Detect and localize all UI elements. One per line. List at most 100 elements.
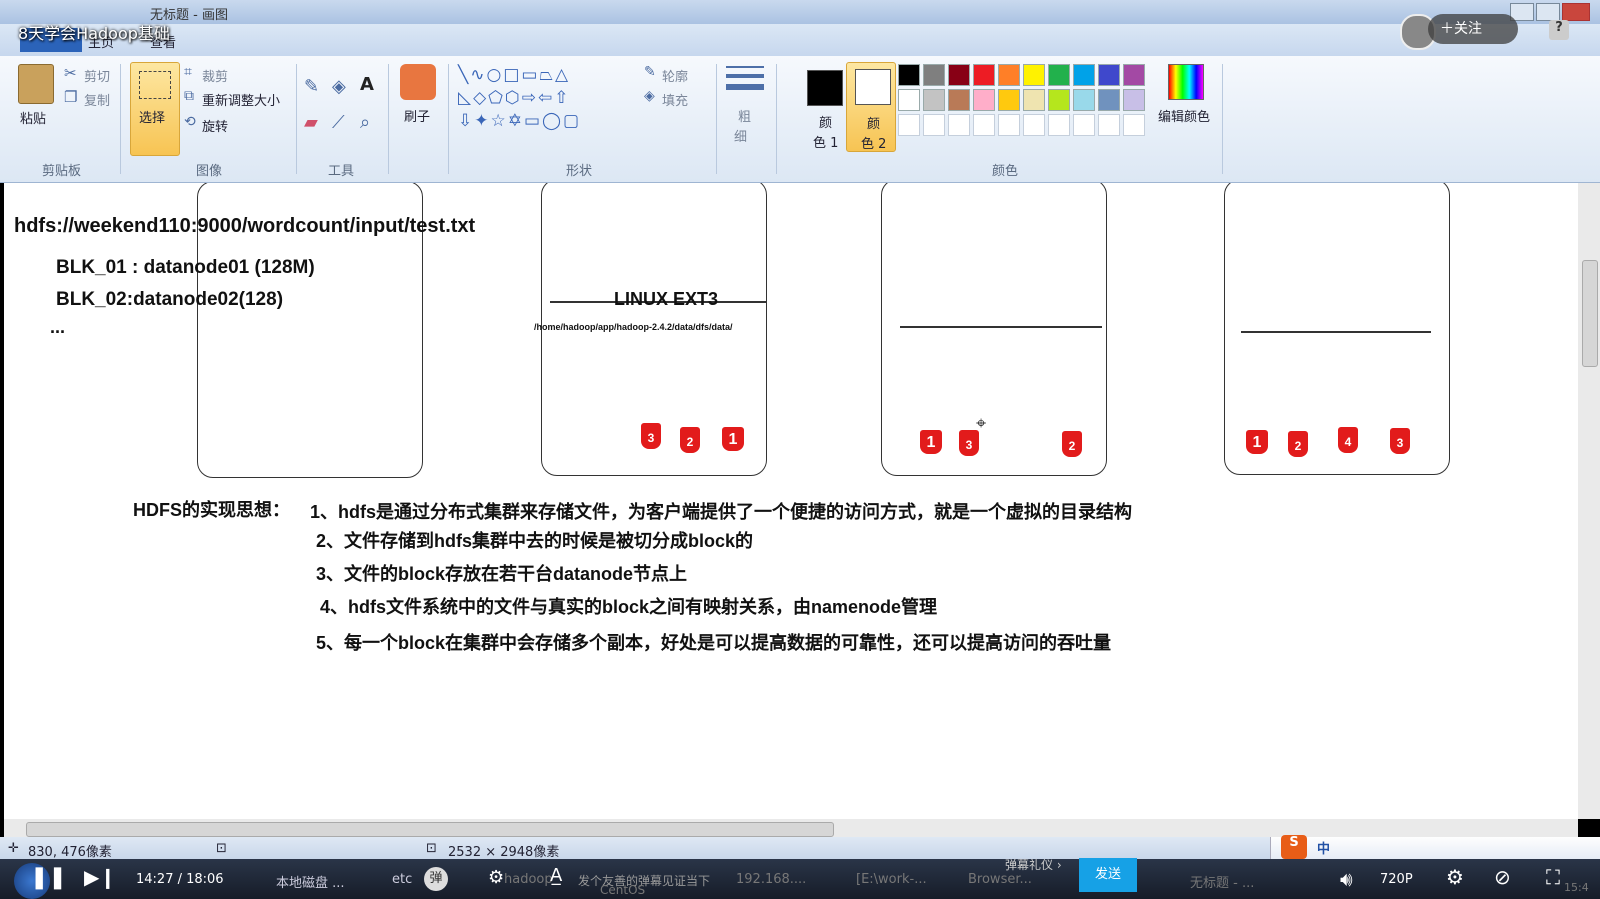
- help-icon[interactable]: ?: [1549, 20, 1569, 40]
- maximize-button[interactable]: [1536, 3, 1560, 21]
- block-icon: 1: [920, 430, 942, 454]
- color-swatch[interactable]: [1023, 89, 1045, 111]
- danmaku-off-icon[interactable]: ⊘: [1494, 865, 1511, 889]
- magnifier-icon[interactable]: ⌕: [360, 112, 370, 133]
- crosshair-cursor-icon: ⌖: [976, 413, 987, 434]
- divider: [1222, 64, 1223, 174]
- danmaku-style-icon[interactable]: A̲: [550, 865, 562, 886]
- color2-button[interactable]: 颜 色 2: [846, 62, 896, 152]
- ribbon-tabs: 主页 查看: [0, 24, 1600, 56]
- color-swatch[interactable]: [898, 114, 920, 136]
- color-swatch[interactable]: [1098, 114, 1120, 136]
- outline-button[interactable]: 轮廓: [662, 66, 688, 85]
- color-swatch[interactable]: [1023, 114, 1045, 136]
- ime-mode-label[interactable]: 中: [1317, 838, 1330, 857]
- color-swatch[interactable]: [923, 64, 945, 86]
- color-swatch[interactable]: [1123, 64, 1145, 86]
- taskbar-item[interactable]: 无标题 - ...: [1190, 872, 1254, 891]
- taskbar-item[interactable]: Browser...: [968, 872, 1032, 887]
- color-swatch[interactable]: [998, 114, 1020, 136]
- volume-icon[interactable]: 🔊︎: [1340, 867, 1353, 891]
- color-picker-icon[interactable]: ⟋: [332, 112, 345, 133]
- cut-button[interactable]: 剪切: [84, 66, 110, 85]
- fill-bucket-icon[interactable]: ◈: [332, 76, 346, 97]
- color-swatch[interactable]: [948, 89, 970, 111]
- text-tool-icon[interactable]: A: [360, 74, 374, 95]
- quality-selector[interactable]: 720P: [1380, 872, 1413, 887]
- edit-colors-button[interactable]: 编辑颜色: [1158, 106, 1210, 125]
- select-button[interactable]: 选择: [130, 62, 180, 156]
- color1-button[interactable]: 颜 色 1: [801, 64, 843, 151]
- color-swatch[interactable]: [973, 114, 995, 136]
- divider: [448, 64, 449, 174]
- block-icon: 2: [1288, 431, 1308, 457]
- size-icon[interactable]: [726, 66, 764, 96]
- settings-gear-icon[interactable]: ⚙: [1446, 865, 1464, 889]
- vertical-scroll-thumb[interactable]: [1582, 260, 1598, 367]
- taskbar-item[interactable]: etc: [392, 872, 412, 887]
- danmaku-settings-icon[interactable]: ⚙: [488, 867, 504, 888]
- sogou-ime-icon[interactable]: S: [1281, 835, 1307, 859]
- eraser-icon[interactable]: ▰: [304, 112, 318, 133]
- copy-icon: ❐: [64, 88, 78, 106]
- color-swatch[interactable]: [1023, 64, 1045, 86]
- brushes-label[interactable]: 刷子: [404, 106, 430, 125]
- color-swatch[interactable]: [1073, 114, 1095, 136]
- pause-icon[interactable]: ❚❚: [30, 865, 67, 890]
- crop-button[interactable]: 裁剪: [202, 66, 228, 85]
- close-button[interactable]: [1562, 3, 1590, 21]
- size-label-1[interactable]: 粗: [738, 106, 751, 125]
- color-swatch[interactable]: [898, 89, 920, 111]
- next-icon[interactable]: ▶❙: [84, 865, 116, 889]
- cursor-position: 830, 476像素: [28, 845, 112, 860]
- color-swatch[interactable]: [998, 89, 1020, 111]
- pencil-icon[interactable]: ✎: [304, 76, 319, 97]
- send-danmaku-button[interactable]: 发送: [1079, 858, 1137, 892]
- horizontal-scroll-thumb[interactable]: [26, 822, 834, 837]
- color-swatch[interactable]: [898, 64, 920, 86]
- rotate-button[interactable]: 旋转: [202, 116, 228, 135]
- edit-colors-icon[interactable]: [1168, 64, 1204, 100]
- taskbar-item[interactable]: hadoop: [504, 872, 553, 887]
- color-swatch[interactable]: [998, 64, 1020, 86]
- fill-button[interactable]: 填充: [662, 90, 688, 109]
- color-swatch[interactable]: [1123, 89, 1145, 111]
- color-swatch[interactable]: [1098, 64, 1120, 86]
- taskbar-item[interactable]: [E:\work-...: [856, 872, 927, 887]
- color-swatch[interactable]: [948, 114, 970, 136]
- color-swatch[interactable]: [923, 114, 945, 136]
- divider: [388, 64, 389, 174]
- fullscreen-icon[interactable]: ⛶: [1546, 865, 1560, 889]
- follow-button[interactable]: ＋关注: [1428, 14, 1518, 44]
- color-swatch[interactable]: [1073, 89, 1095, 111]
- paste-icon[interactable]: [18, 64, 54, 104]
- ime-toolbar[interactable]: S 中: [1270, 835, 1600, 859]
- size-label-2[interactable]: 细: [734, 126, 747, 145]
- danmaku-toggle[interactable]: 弹: [424, 867, 448, 891]
- color-swatch[interactable]: [1073, 64, 1095, 86]
- resize-button[interactable]: 重新调整大小: [202, 90, 280, 109]
- color-swatch[interactable]: [1098, 89, 1120, 111]
- scissors-icon: ✂: [64, 64, 77, 82]
- color-swatch[interactable]: [1048, 114, 1070, 136]
- color-swatch[interactable]: [948, 64, 970, 86]
- taskbar-item[interactable]: 192.168....: [736, 872, 806, 887]
- color-swatch[interactable]: [1048, 64, 1070, 86]
- color-swatch[interactable]: [973, 89, 995, 111]
- taskbar-item[interactable]: 本地磁盘 ...: [276, 872, 345, 891]
- color-swatch[interactable]: [1123, 114, 1145, 136]
- color-swatch[interactable]: [973, 64, 995, 86]
- block-icon: 3: [1390, 428, 1410, 454]
- paste-label[interactable]: 粘贴: [20, 108, 46, 127]
- window-controls[interactable]: [1510, 3, 1590, 21]
- color-swatch[interactable]: [923, 89, 945, 111]
- color-swatch[interactable]: [1048, 89, 1070, 111]
- taskbar-item[interactable]: CentOS: [600, 883, 645, 897]
- danmaku-etiquette-link[interactable]: 弹幕礼仪 ›: [1005, 856, 1062, 873]
- block-icon: 2: [680, 427, 700, 453]
- paint-canvas[interactable]: hdfs://weekend110:9000/wordcount/input/t…: [4, 183, 1578, 819]
- shapes-gallery[interactable]: ╲∿○□▭⏢△ ◺◇⬠⬡⇨⇦⇧ ⇩✦☆✡▭◯▢: [458, 64, 628, 134]
- brush-icon[interactable]: [400, 64, 436, 100]
- video-title: 8天学会Hadoop基础: [18, 24, 170, 43]
- copy-button[interactable]: 复制: [84, 90, 110, 109]
